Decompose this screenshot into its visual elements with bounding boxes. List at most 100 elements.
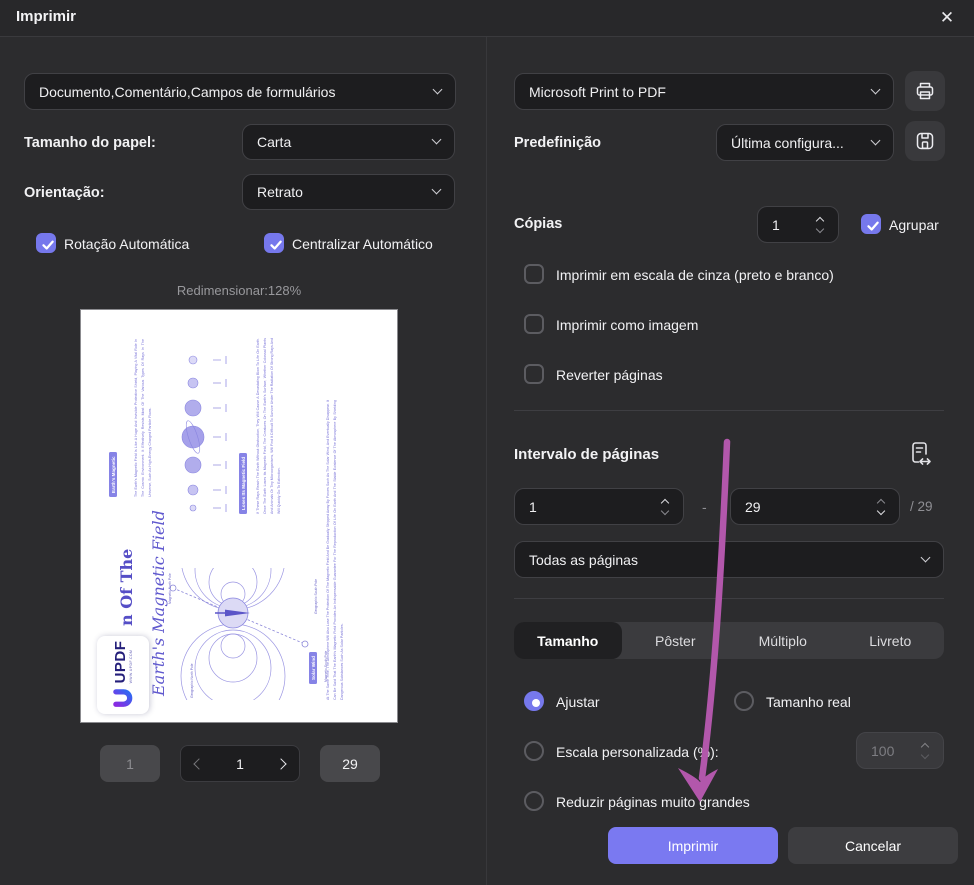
custom-scale-input[interactable]: 100 bbox=[856, 732, 944, 769]
preview-rotated-content: n Of The Earth's Magnetic Field bbox=[81, 310, 397, 722]
range-from-stepper[interactable] bbox=[661, 498, 671, 516]
page-total-label: / 29 bbox=[910, 499, 933, 514]
grayscale-checkbox[interactable] bbox=[524, 264, 544, 284]
tab-poster[interactable]: Pôster bbox=[622, 622, 730, 659]
range-to-stepper[interactable] bbox=[877, 498, 887, 516]
printer-dropdown[interactable]: Microsoft Print to PDF bbox=[514, 73, 894, 110]
auto-center-label[interactable]: Centralizar Automático bbox=[292, 236, 433, 252]
range-to-value: 29 bbox=[745, 499, 761, 515]
cancel-button[interactable]: Cancelar bbox=[788, 827, 958, 864]
chevron-down-icon bbox=[432, 135, 442, 145]
stepper-down-icon bbox=[921, 750, 929, 758]
planets-scale-diagram bbox=[169, 342, 233, 522]
range-mode-dropdown[interactable]: Todas as páginas bbox=[514, 541, 944, 578]
custom-scale-value: 100 bbox=[871, 743, 894, 759]
print-as-image-label[interactable]: Imprimir como imagem bbox=[556, 317, 698, 333]
real-size-radio[interactable] bbox=[734, 691, 754, 711]
updf-logo-icon bbox=[113, 688, 134, 709]
range-to-input[interactable]: 29 bbox=[730, 488, 900, 525]
stepper-up-icon bbox=[661, 498, 669, 506]
chevron-down-icon bbox=[871, 84, 881, 94]
collate-checkbox[interactable] bbox=[861, 214, 881, 234]
orientation-label: Orientação: bbox=[24, 185, 105, 201]
fit-label[interactable]: Ajustar bbox=[556, 694, 600, 710]
dialog-title: Imprimir bbox=[16, 8, 76, 25]
print-content-value: Documento,Comentário,Campos de formulári… bbox=[39, 84, 335, 100]
chevron-down-icon bbox=[433, 84, 443, 94]
shrink-oversized-label[interactable]: Reduzir páginas muito grandes bbox=[556, 794, 750, 810]
first-page-button[interactable]: 1 bbox=[100, 745, 160, 782]
doc-section-text: At The Same Time, The Atmosphere Will Al… bbox=[325, 400, 346, 700]
check-icon bbox=[40, 237, 56, 253]
diagram-label-magnetic-north: Magnetic North Pole bbox=[168, 573, 172, 604]
stepper-down-icon bbox=[661, 506, 669, 514]
custom-scale-radio[interactable] bbox=[524, 741, 544, 761]
page-range-button[interactable] bbox=[906, 440, 934, 468]
custom-scale-stepper[interactable] bbox=[921, 742, 931, 760]
auto-rotate-label[interactable]: Rotação Automática bbox=[64, 236, 189, 252]
stepper-up-icon bbox=[877, 498, 885, 506]
check-icon bbox=[268, 237, 284, 253]
printer-properties-button[interactable] bbox=[905, 71, 945, 111]
preset-label: Predefinição bbox=[514, 135, 601, 151]
paper-size-dropdown[interactable]: Carta bbox=[242, 124, 455, 160]
stepper-up-icon bbox=[921, 742, 929, 750]
custom-scale-label[interactable]: Escala personalizada (%): bbox=[556, 744, 719, 760]
copies-stepper[interactable] bbox=[816, 216, 826, 234]
range-from-input[interactable]: 1 bbox=[514, 488, 684, 525]
reverse-pages-label[interactable]: Reverter páginas bbox=[556, 367, 663, 383]
layout-tabs: Tamanho Pôster Múltiplo Livreto bbox=[514, 622, 944, 659]
preset-dropdown[interactable]: Última configura... bbox=[716, 124, 894, 161]
print-as-image-checkbox[interactable] bbox=[524, 314, 544, 334]
print-dialog: Imprimir ✕ Documento,Comentário,Campos d… bbox=[0, 0, 974, 885]
collate-label[interactable]: Agrupar bbox=[889, 217, 939, 233]
stepper-down-icon bbox=[816, 224, 824, 232]
next-page-icon[interactable] bbox=[275, 758, 286, 769]
prev-page-icon[interactable] bbox=[193, 758, 204, 769]
auto-center-checkbox[interactable] bbox=[264, 233, 284, 253]
copies-input[interactable]: 1 bbox=[757, 206, 839, 243]
close-icon[interactable]: ✕ bbox=[934, 5, 960, 31]
doc-section-badge: Loses Its Magnetic Field bbox=[239, 453, 247, 514]
check-icon bbox=[865, 218, 881, 234]
copies-value: 1 bbox=[772, 217, 780, 233]
section-divider bbox=[514, 410, 944, 411]
auto-rotate-checkbox[interactable] bbox=[36, 233, 56, 253]
reverse-pages-checkbox[interactable] bbox=[524, 364, 544, 384]
print-button[interactable]: Imprimir bbox=[608, 827, 778, 864]
copies-label: Cópias bbox=[514, 216, 562, 232]
page-navigator: 1 bbox=[180, 745, 300, 782]
save-icon bbox=[914, 130, 936, 152]
grayscale-label[interactable]: Imprimir em escala de cinza (preto e bra… bbox=[556, 267, 834, 283]
tab-tamanho[interactable]: Tamanho bbox=[514, 622, 622, 659]
printer-icon bbox=[914, 80, 936, 102]
real-size-label[interactable]: Tamanho real bbox=[766, 694, 851, 710]
page-range-title: Intervalo de páginas bbox=[514, 446, 659, 463]
updf-brand: UPDF bbox=[113, 641, 128, 684]
range-separator: - bbox=[702, 499, 707, 515]
stepper-up-icon bbox=[816, 216, 824, 224]
chevron-down-icon bbox=[871, 135, 881, 145]
panel-divider bbox=[486, 37, 487, 885]
chevron-down-icon bbox=[432, 185, 442, 195]
orientation-dropdown[interactable]: Retrato bbox=[242, 174, 455, 210]
tab-multiplo[interactable]: Múltiplo bbox=[729, 622, 837, 659]
section-divider bbox=[514, 598, 944, 599]
last-page-button[interactable]: 29 bbox=[320, 745, 380, 782]
doc-section-text: If These Rays Reach The Earth Without Ob… bbox=[255, 338, 283, 514]
fit-radio[interactable] bbox=[524, 691, 544, 711]
chevron-down-icon bbox=[921, 552, 931, 562]
magnetic-field-diagram: Magnetic North Pole Geographic North Pol… bbox=[165, 568, 331, 700]
updf-watermark: UPDF WWW.UPDF.COM bbox=[97, 636, 149, 714]
shrink-oversized-radio[interactable] bbox=[524, 791, 544, 811]
print-content-dropdown[interactable]: Documento,Comentário,Campos de formulári… bbox=[24, 73, 456, 110]
range-mode-value: Todas as páginas bbox=[529, 552, 638, 568]
preview-page: n Of The Earth's Magnetic Field bbox=[81, 310, 397, 722]
tab-livreto[interactable]: Livreto bbox=[837, 622, 945, 659]
page-range-icon bbox=[906, 440, 934, 468]
doc-section-text: The Earth's Magnetic Field Is Like A Hug… bbox=[133, 339, 154, 497]
range-from-value: 1 bbox=[529, 499, 537, 515]
save-preset-button[interactable] bbox=[905, 121, 945, 161]
orientation-value: Retrato bbox=[257, 184, 303, 200]
paper-size-value: Carta bbox=[257, 134, 291, 150]
